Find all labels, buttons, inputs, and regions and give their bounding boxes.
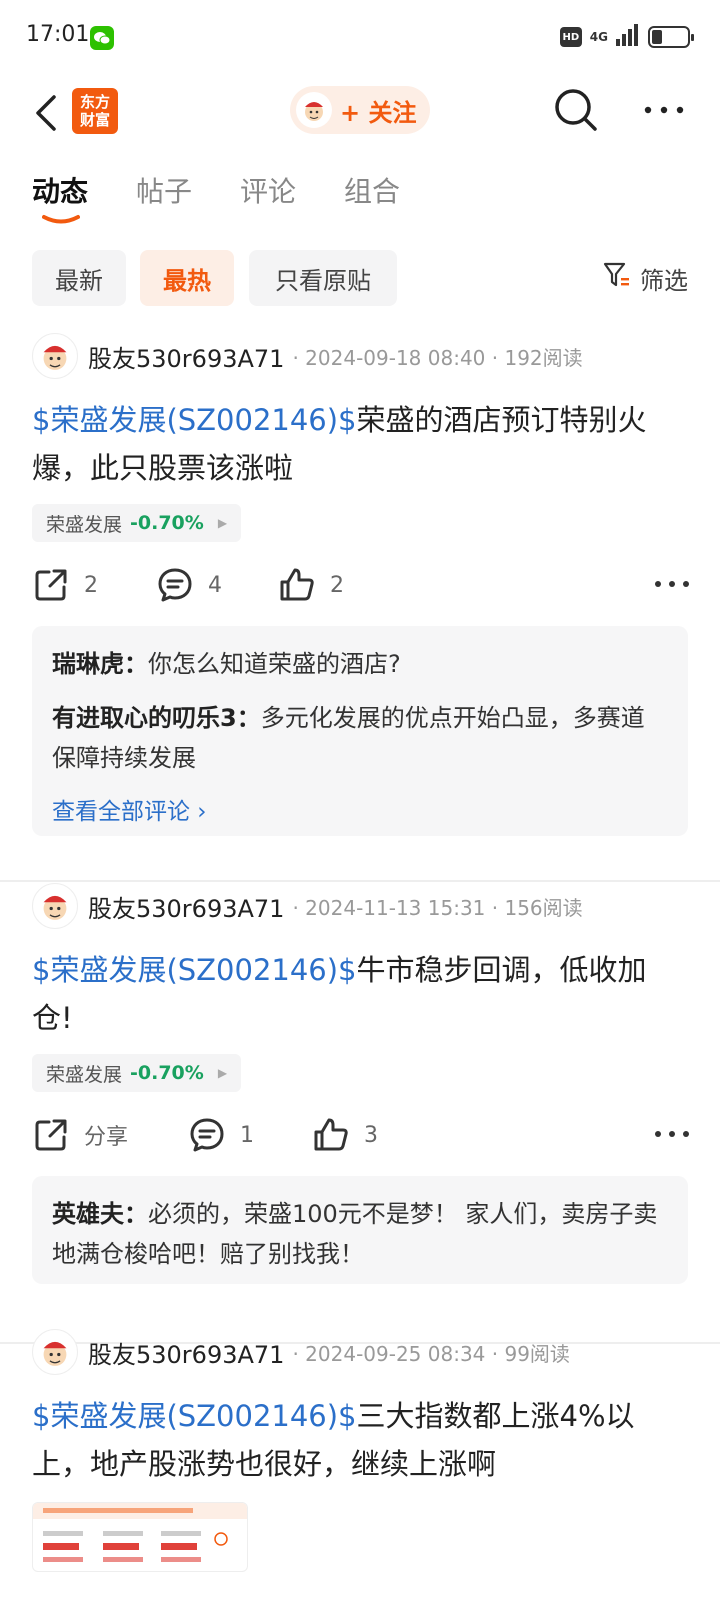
hd-icon: HD [559, 27, 582, 47]
post-content[interactable]: $荣盛发展(SZ002146)$牛市稳步回调，低收加仓! [32, 946, 672, 1042]
comment-author: 英雄夫： [52, 1200, 148, 1228]
author-name[interactable]: 股友530r693A71 [88, 1335, 284, 1370]
filter-icon [602, 260, 632, 296]
follow-button[interactable]: + 关注 [290, 86, 430, 134]
tab-label: 帖子 [136, 175, 193, 208]
status-time: 17:01 [26, 22, 90, 47]
like-count: 3 [364, 1122, 378, 1148]
post-more-icon[interactable] [652, 566, 692, 602]
comment-count: 4 [208, 572, 222, 598]
tab-label: 评论 [240, 175, 297, 208]
author-name[interactable]: 股友530r693A71 [88, 339, 284, 374]
thumbs-up-icon [314, 1118, 348, 1151]
logo-line-1: 东方 [79, 93, 110, 111]
post-more-icon[interactable] [652, 1116, 692, 1152]
comment-icon [190, 1118, 224, 1152]
post-card[interactable]: 股友530r693A71 · 2024-09-25 08:34 · 99阅读 $… [0, 1328, 720, 1612]
wechat-icon [90, 26, 114, 50]
stock-link[interactable]: $荣盛发展(SZ002146)$ [32, 1399, 357, 1433]
stock-tag-name: 荣盛发展 [46, 513, 123, 536]
tag-arrow-icon: ▶ [217, 1066, 228, 1080]
post-header: 股友530r693A71 · 2024-09-25 08:34 · 99阅读 [32, 1328, 692, 1376]
comment-author: 有进取心的叨乐3： [52, 704, 261, 732]
post-meta: · 2024-09-25 08:34 · 99阅读 [292, 1341, 570, 1366]
share-icon [35, 1119, 67, 1151]
battery-icon [648, 26, 694, 48]
comment-button[interactable]: 4 [156, 560, 222, 610]
nav-bar: 东方 财富 + 关注 [0, 76, 720, 152]
comment-item[interactable]: 英雄夫：必须的，荣盛100元不是梦！ 家人们，卖房子卖地满仓梭哈吧！赔了别找我！ [52, 1194, 668, 1274]
share-label: 分享 [84, 1125, 129, 1150]
filter-button[interactable]: 筛选 [602, 256, 688, 300]
tab-posts[interactable]: 帖子 [136, 170, 192, 222]
signal-icon [616, 24, 640, 50]
comment-text: 你怎么知道荣盛的酒店? [148, 650, 401, 678]
comment-item[interactable]: 瑞琳虎：你怎么知道荣盛的酒店? [52, 644, 668, 684]
share-count: 2 [84, 572, 98, 598]
action-row: 分享 1 3 [32, 1110, 692, 1160]
follow-label: + 关注 [340, 98, 417, 127]
market-snapshot-image [33, 1503, 247, 1562]
post-meta: · 2024-09-18 08:40 · 192阅读 [292, 345, 583, 370]
stock-tag[interactable]: 荣盛发展 -0.70% ▶ [32, 504, 242, 542]
thumbs-up-icon [280, 568, 314, 601]
tab-indicator [42, 215, 80, 224]
stock-change: -0.70% [130, 512, 204, 534]
comments-preview[interactable]: 瑞琳虎：你怎么知道荣盛的酒店? 有进取心的叨乐3：多元化发展的优点开始凸显，多赛… [32, 626, 688, 836]
author-name[interactable]: 股友530r693A71 [88, 889, 284, 924]
more-icon[interactable] [642, 94, 686, 126]
view-all-comments-link[interactable]: 查看全部评论 › [52, 792, 668, 826]
post-image-thumbnail[interactable] [32, 1502, 248, 1572]
filter-hottest[interactable]: 最热 [140, 250, 234, 306]
comment-button[interactable]: 1 [188, 1110, 254, 1160]
user-avatar-icon[interactable] [32, 1329, 78, 1375]
tab-bar: 动态 帖子 评论 组合 [32, 170, 400, 230]
tab-comments[interactable]: 评论 [240, 170, 296, 222]
back-arrow-icon[interactable] [26, 88, 66, 138]
comment-count: 1 [240, 1122, 254, 1148]
share-icon [35, 569, 67, 601]
tab-dynamic[interactable]: 动态 [32, 170, 89, 224]
stock-link[interactable]: $荣盛发展(SZ002146)$ [32, 403, 357, 437]
action-row: 2 4 2 [32, 560, 692, 610]
stock-tag[interactable]: 荣盛发展 -0.70% ▶ [32, 1054, 242, 1092]
comment-author: 瑞琳虎： [52, 650, 148, 678]
user-avatar-icon[interactable] [32, 333, 78, 379]
comment-item[interactable]: 有进取心的叨乐3：多元化发展的优点开始凸显，多赛道保障持续发展 [52, 698, 668, 778]
comment-icon [158, 568, 192, 602]
tab-label: 动态 [32, 175, 89, 208]
search-icon[interactable] [552, 86, 600, 134]
user-avatar-icon[interactable] [32, 883, 78, 929]
tab-portfolio[interactable]: 组合 [344, 170, 400, 222]
comments-preview[interactable]: 英雄夫：必须的，荣盛100元不是梦！ 家人们，卖房子卖地满仓梭哈吧！赔了别找我！ [32, 1176, 688, 1284]
filter-label: 筛选 [640, 266, 688, 295]
mascot-avatar-icon [296, 92, 332, 128]
stock-link[interactable]: $荣盛发展(SZ002146)$ [32, 953, 357, 987]
status-bar: 17:01 HD 4G [0, 0, 720, 76]
network-label: 4G [589, 30, 608, 44]
post-card[interactable]: 股友530r693A71 · 2024-09-18 08:40 · 192阅读 … [0, 332, 720, 852]
post-content[interactable]: $荣盛发展(SZ002146)$荣盛的酒店预订特别火爆，此只股票该涨啦 [32, 396, 672, 492]
tab-label: 组合 [344, 175, 401, 208]
app-logo: 东方 财富 [72, 88, 118, 134]
post-content[interactable]: $荣盛发展(SZ002146)$三大指数都上涨4%以上，地产股涨势也很好，继续上… [32, 1392, 672, 1488]
like-count: 2 [330, 572, 344, 598]
post-card[interactable]: 股友530r693A71 · 2024-11-13 15:31 · 156阅读 … [0, 882, 720, 1322]
share-button[interactable]: 分享 [32, 1110, 128, 1160]
like-button[interactable]: 2 [278, 560, 344, 610]
status-indicators: HD 4G [559, 24, 694, 50]
post-meta: · 2024-11-13 15:31 · 156阅读 [292, 895, 583, 920]
filter-row: 最新 最热 只看原贴 筛选 [32, 250, 688, 306]
filter-original-only[interactable]: 只看原贴 [249, 250, 397, 306]
like-button[interactable]: 3 [312, 1110, 378, 1160]
stock-change: -0.70% [130, 1062, 204, 1084]
share-button[interactable]: 2 [32, 560, 98, 610]
logo-line-2: 财富 [79, 111, 110, 129]
post-header: 股友530r693A71 · 2024-11-13 15:31 · 156阅读 [32, 882, 692, 930]
stock-tag-name: 荣盛发展 [46, 1063, 123, 1086]
post-header: 股友530r693A71 · 2024-09-18 08:40 · 192阅读 [32, 332, 692, 380]
tag-arrow-icon: ▶ [217, 516, 228, 530]
filter-latest[interactable]: 最新 [32, 250, 126, 306]
